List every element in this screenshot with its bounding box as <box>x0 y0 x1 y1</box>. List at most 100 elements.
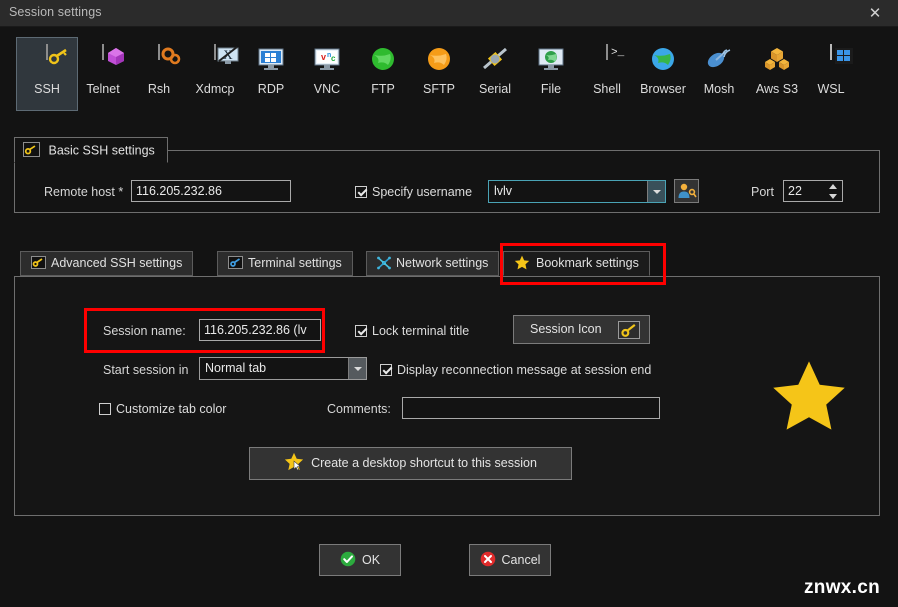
session-icon-button-label: Session Icon <box>530 322 602 336</box>
network-icon <box>377 256 391 270</box>
checkbox-box <box>380 364 392 376</box>
user-key-button[interactable] <box>674 179 699 203</box>
protocol-xdmcp[interactable]: X Xdmcp <box>184 37 246 111</box>
protocol-rdp[interactable]: RDP <box>240 37 302 111</box>
protocol-wsl[interactable]: WSL <box>800 37 862 111</box>
ok-button[interactable]: OK <box>319 544 401 576</box>
basic-ssh-settings-tab-label: Basic SSH settings <box>48 143 155 158</box>
tab-advanced-ssh-settings[interactable]: Advanced SSH settings <box>20 251 194 276</box>
tab-network-settings[interactable]: Network settings <box>366 251 500 276</box>
start-session-combo[interactable]: Normal tab <box>199 357 367 380</box>
checkbox-box <box>355 186 367 198</box>
protocol-label: SFTP <box>423 82 455 96</box>
port-spinner[interactable] <box>824 181 842 201</box>
rdp-windows-icon <box>256 45 286 75</box>
protocol-file[interactable]: File <box>520 37 582 111</box>
svg-text:v: v <box>321 52 326 62</box>
comments-input[interactable] <box>402 397 660 419</box>
ftp-globe-icon <box>368 45 398 75</box>
specify-username-label: Specify username <box>372 185 473 199</box>
protocol-label: Rsh <box>147 82 171 96</box>
comments-label: Comments: <box>327 402 391 416</box>
protocol-browser[interactable]: Browser <box>632 37 694 111</box>
xdmcp-monitor-icon: X <box>200 44 239 75</box>
key-icon <box>618 321 640 339</box>
specify-username-checkbox[interactable]: Specify username <box>355 185 472 199</box>
port-value: 22 <box>788 184 802 198</box>
file-monitor-icon <box>536 45 566 75</box>
session-icon-button[interactable]: Session Icon <box>513 315 650 344</box>
protocol-label: WSL <box>817 82 845 96</box>
window-titlebar: Session settings ✕ <box>0 0 898 27</box>
svg-text:c: c <box>331 54 336 63</box>
protocol-rsh[interactable]: Rsh <box>128 37 190 111</box>
tab-label: Terminal settings <box>248 256 342 270</box>
check-circle-icon <box>340 551 356 567</box>
create-desktop-shortcut-button[interactable]: Create a desktop shortcut to this sessio… <box>249 447 572 480</box>
display-reconnection-checkbox[interactable]: Display reconnection message at session … <box>380 363 651 377</box>
checkbox-box <box>355 325 367 337</box>
session-name-input[interactable]: 116.205.232.86 (lv <box>199 319 321 341</box>
port-label: Port <box>751 185 774 199</box>
ok-label: OK <box>361 553 381 567</box>
chevron-down-icon[interactable] <box>348 358 366 379</box>
protocol-serial[interactable]: Serial <box>464 37 526 111</box>
window-title: Session settings <box>9 5 102 19</box>
close-icon[interactable]: ✕ <box>852 0 898 26</box>
protocol-label: File <box>540 82 562 96</box>
tab-terminal-settings[interactable]: Terminal settings <box>217 251 353 276</box>
lock-terminal-title-checkbox[interactable]: Lock terminal title <box>355 324 469 338</box>
basic-ssh-settings-tab[interactable]: Basic SSH settings <box>14 137 168 163</box>
start-session-label: Start session in <box>103 363 189 377</box>
protocol-telnet[interactable]: Telnet <box>72 37 134 111</box>
vnc-monitor-icon: v n c <box>312 45 342 75</box>
tab-label: Network settings <box>396 256 489 270</box>
protocol-label: SSH <box>34 82 60 96</box>
terminal-icon <box>228 256 243 269</box>
protocol-sftp[interactable]: SFTP <box>408 37 470 111</box>
protocol-label: Serial <box>479 82 511 96</box>
rsh-gears-icon <box>144 44 181 75</box>
chevron-down-icon[interactable] <box>647 181 665 202</box>
start-session-value: Normal tab <box>205 361 267 375</box>
protocol-mosh[interactable]: Mosh <box>688 37 750 111</box>
browser-globe-icon <box>648 45 678 75</box>
shell-prompt-icon: >_ <box>592 44 624 75</box>
aws-s3-boxes-icon <box>762 45 792 75</box>
large-star-icon <box>770 358 848 436</box>
customize-tab-color-label: Customize tab color <box>116 402 227 416</box>
user-key-icon <box>677 183 697 203</box>
watermark: znwx.cn <box>803 577 880 598</box>
ssh-key-icon <box>32 44 67 75</box>
username-value: lvlv <box>494 184 513 198</box>
session-name-label: Session name: <box>103 324 186 338</box>
lock-terminal-title-label: Lock terminal title <box>372 324 470 338</box>
mosh-dish-icon <box>704 45 734 75</box>
protocol-label: Telnet <box>86 82 120 96</box>
wsl-windows-icon <box>816 44 853 75</box>
protocol-label: VNC <box>313 82 341 96</box>
protocol-label: Xdmcp <box>195 82 235 96</box>
star-icon <box>514 255 530 270</box>
tab-label: Bookmark settings <box>536 256 639 270</box>
star-cursor-icon <box>284 452 304 471</box>
username-combo[interactable]: lvlv <box>488 180 666 203</box>
protocol-vnc[interactable]: v n c VNC <box>296 37 358 111</box>
cancel-button[interactable]: Cancel <box>469 544 551 576</box>
customize-tab-color-checkbox[interactable]: Customize tab color <box>99 402 226 416</box>
tab-bookmark-settings[interactable]: Bookmark settings <box>503 251 650 276</box>
key-icon <box>31 256 46 269</box>
protocol-shell[interactable]: >_ Shell <box>576 37 638 111</box>
bookmark-settings-panel <box>14 276 880 516</box>
protocol-ssh[interactable]: SSH <box>16 37 78 111</box>
protocol-label: RDP <box>257 82 285 96</box>
port-input[interactable]: 22 <box>783 180 843 202</box>
protocol-toolbar: SSH Telnet Rsh Xdmcp RDP v n c VNC FTP S… <box>0 27 898 125</box>
close-circle-icon <box>480 551 496 567</box>
create-desktop-shortcut-label: Create a desktop shortcut to this sessio… <box>311 456 537 470</box>
remote-host-label: Remote host * <box>44 185 124 199</box>
protocol-ftp[interactable]: FTP <box>352 37 414 111</box>
telnet-cube-icon <box>88 44 124 75</box>
remote-host-input[interactable]: 116.205.232.86 <box>131 180 291 202</box>
tab-label: Advanced SSH settings <box>51 256 183 270</box>
